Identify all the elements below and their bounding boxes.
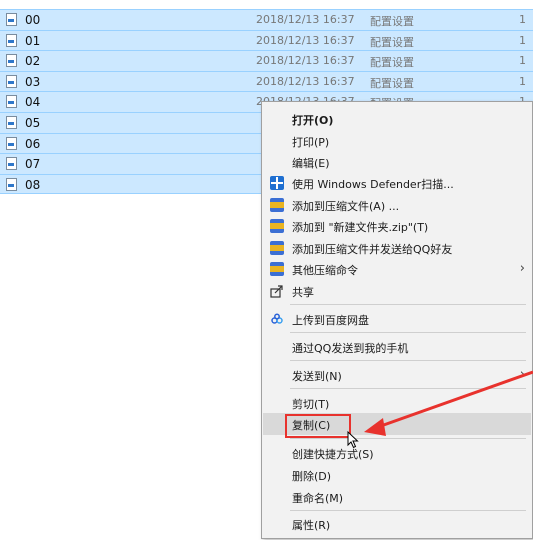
annotation-arrow-icon — [364, 370, 533, 436]
mouse-cursor-icon — [347, 431, 359, 449]
